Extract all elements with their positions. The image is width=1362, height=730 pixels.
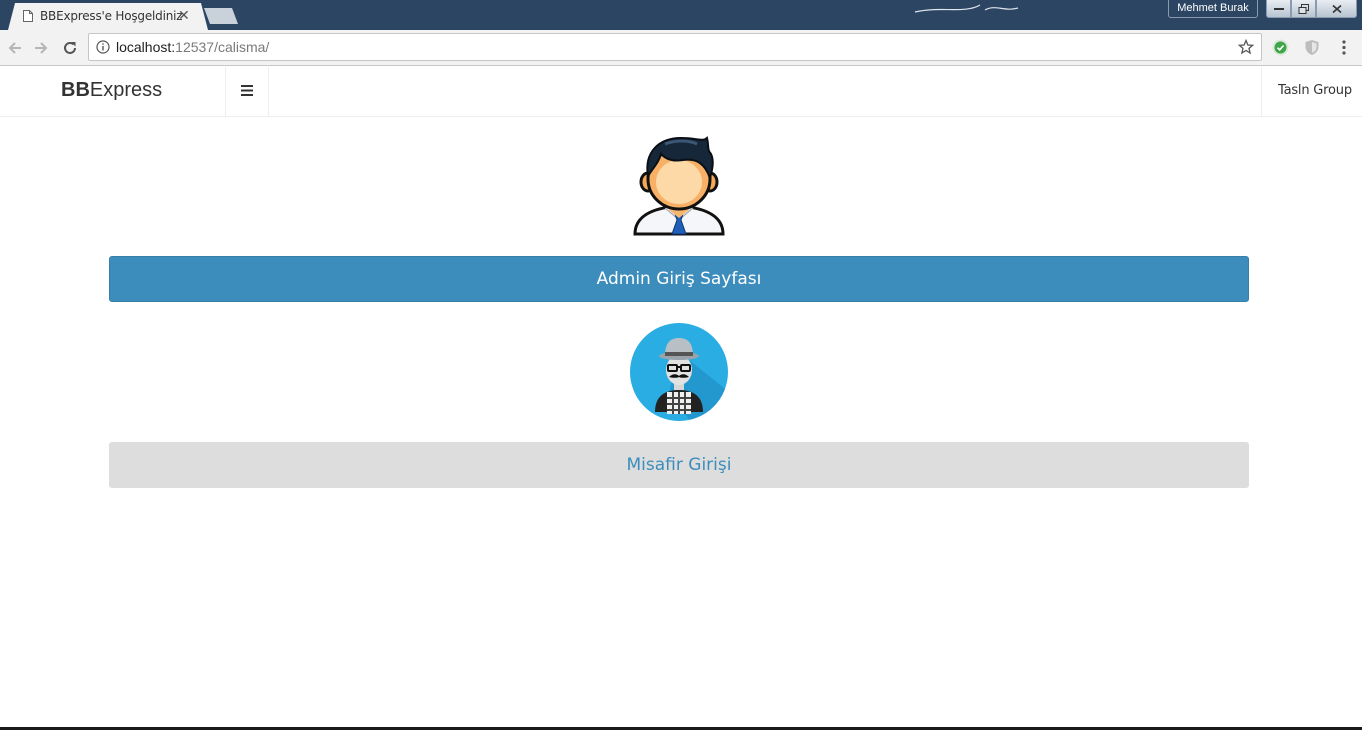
- hamburger-menu-icon: [241, 85, 253, 96]
- info-icon[interactable]: [96, 40, 110, 54]
- browser-toolbar: localhost:12537/calisma/: [0, 30, 1362, 66]
- minimize-icon: [1273, 7, 1284, 10]
- forward-arrow-icon[interactable]: [32, 39, 50, 57]
- restore-icon: [1298, 3, 1309, 14]
- browser-tab[interactable]: BBExpress'e Hoşgeldiniz ✕: [8, 3, 208, 30]
- guest-avatar-icon: [630, 323, 728, 421]
- restore-button[interactable]: [1291, 0, 1316, 18]
- close-window-button[interactable]: [1316, 0, 1357, 18]
- browser-title-bar: BBExpress'e Hoşgeldiniz ✕ Mehmet Burak: [0, 0, 1362, 30]
- group-link[interactable]: Tasln Group: [1278, 83, 1352, 98]
- site-navbar: BBExpress Tasln Group: [0, 67, 1362, 117]
- close-icon: [1331, 4, 1342, 13]
- profile-button[interactable]: Mehmet Burak: [1168, 0, 1258, 18]
- new-tab-button[interactable]: [204, 8, 238, 24]
- guest-login-button[interactable]: Misafir Girişi: [109, 442, 1249, 488]
- admin-login-button[interactable]: Admin Giriş Sayfası: [109, 256, 1249, 302]
- back-arrow-icon[interactable]: [6, 39, 24, 57]
- decorative-signature: [914, 4, 1019, 13]
- sidebar-toggle-button[interactable]: [226, 67, 268, 117]
- navbar-divider: [1261, 67, 1262, 117]
- bookmark-star-icon[interactable]: [1238, 39, 1254, 55]
- navbar-divider: [268, 67, 269, 117]
- menu-kebab-icon[interactable]: [1339, 39, 1349, 56]
- tab-title: BBExpress'e Hoşgeldiniz: [40, 9, 183, 23]
- page-icon: [23, 10, 33, 22]
- security-check-icon[interactable]: [1272, 39, 1289, 56]
- address-bar[interactable]: localhost:12537/calisma/: [88, 33, 1262, 61]
- url-text[interactable]: localhost:12537/calisma/: [116, 39, 269, 55]
- brand-logo[interactable]: BBExpress: [61, 79, 162, 102]
- admin-avatar-icon: [633, 136, 725, 236]
- minimize-button[interactable]: [1266, 0, 1291, 18]
- reload-icon[interactable]: [61, 39, 79, 57]
- tab-close-icon[interactable]: ✕: [178, 7, 190, 24]
- shield-icon[interactable]: [1304, 39, 1320, 56]
